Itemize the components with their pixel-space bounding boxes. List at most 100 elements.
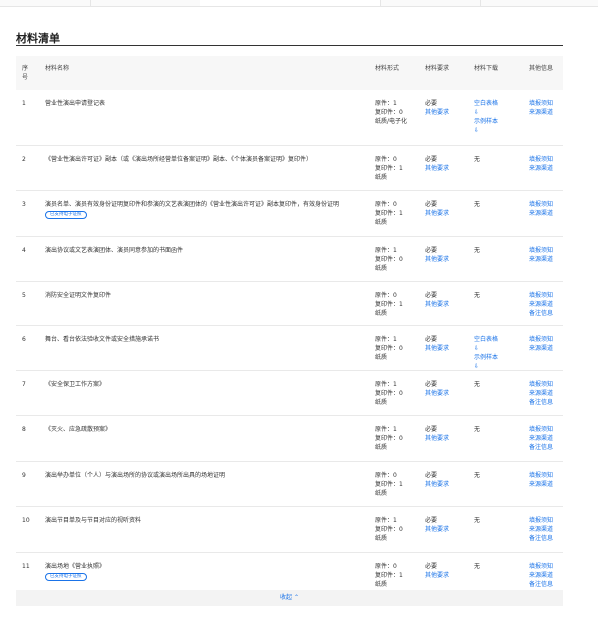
other-info: 填报须知 来源渠道 xyxy=(529,99,563,117)
e-license-badge: 已支持电子证照 xyxy=(45,211,87,219)
table-row: 4 演出协议或文艺表演团体、演员同意参加的书面函件 原件：1 复印件：0 纸质 必要其… xyxy=(16,237,563,282)
other-requirements-link[interactable]: 其他要求 xyxy=(425,300,469,309)
blank-form-link[interactable]: 空白表格 xyxy=(474,335,522,344)
other-info-link[interactable]: 填报须知 xyxy=(529,471,563,480)
material-name-text: 《安全保卫工作方案》 xyxy=(45,381,106,388)
download-icon[interactable]: ⇩ xyxy=(474,126,522,135)
other-info: 填报须知 来源渠道 xyxy=(529,471,563,489)
other-requirements-link[interactable]: 其他要求 xyxy=(425,209,469,218)
other-info-link[interactable]: 来源渠道 xyxy=(529,108,563,117)
requirement-text: 必要 xyxy=(425,381,438,388)
material-name: 《营业性演出许可证》副本（或《演出场所经营单位备案证明》副本、《个体演员备案证明… xyxy=(45,155,363,164)
material-form: 原件：1 复印件：0 纸质 xyxy=(375,517,403,542)
requirement-text: 必要 xyxy=(425,563,438,570)
other-info-link[interactable]: 来源渠道 xyxy=(529,344,563,353)
other-info-link[interactable]: 填报须知 xyxy=(529,99,563,108)
header-download: 材料下载 xyxy=(474,65,499,72)
material-form: 原件：1 复印件：0 纸质 xyxy=(375,426,403,451)
tab[interactable] xyxy=(0,0,91,6)
other-info-link[interactable]: 来源渠道 xyxy=(529,255,563,264)
other-info: 填报须知 来源渠道 xyxy=(529,246,563,264)
material-name: 《安全保卫工作方案》 xyxy=(45,380,363,389)
other-info: 填报须知 来源渠道 xyxy=(529,155,563,173)
header-no: 序 号 xyxy=(22,65,29,81)
other-info-link[interactable]: 来源渠道 xyxy=(529,525,563,534)
material-requirement: 必要 其他要求 xyxy=(425,562,469,580)
sample-link[interactable]: 示例样本 xyxy=(474,117,522,126)
no-download: 无 xyxy=(474,563,481,570)
other-info-link[interactable]: 填报须知 xyxy=(529,516,563,525)
other-info-link[interactable]: 来源渠道 xyxy=(529,389,563,398)
material-download: 无 xyxy=(474,200,522,209)
other-info-link[interactable]: 来源渠道 xyxy=(529,434,563,443)
other-info-link[interactable]: 填报须知 xyxy=(529,425,563,434)
row-number: 5 xyxy=(22,292,26,299)
material-requirement: 必要 其他要求 xyxy=(425,380,469,398)
other-info-link[interactable]: 填报须知 xyxy=(529,380,563,389)
header-other: 其他信息 xyxy=(529,65,554,72)
other-requirements-link[interactable]: 其他要求 xyxy=(425,255,469,264)
other-requirements-link[interactable]: 其他要求 xyxy=(425,571,469,580)
other-requirements-link[interactable]: 其他要求 xyxy=(425,344,469,353)
table-row: 6 舞台、看台依法验收文件或安全措施承诺书 原件：1 复印件：0 纸质 必要 其他要求空… xyxy=(16,326,563,371)
other-info: 填报须知 来源渠道 备注信息 xyxy=(529,291,563,318)
material-form: 原件：0 复印件：1 纸质 xyxy=(375,472,403,497)
material-form: 原件：1 复印件：0 纸质 xyxy=(375,247,403,272)
no-download: 无 xyxy=(474,381,481,388)
tab[interactable] xyxy=(380,0,481,6)
tab[interactable] xyxy=(90,0,201,6)
table-row: 2 《营业性演出许可证》副本（或《演出场所经营单位备案证明》副本、《个体演员备案证… xyxy=(16,146,563,191)
other-requirements-link[interactable]: 其他要求 xyxy=(425,480,469,489)
row-number: 6 xyxy=(22,336,26,343)
other-info-link[interactable]: 填报须知 xyxy=(529,246,563,255)
row-number: 10 xyxy=(22,517,30,524)
other-info-link[interactable]: 填报须知 xyxy=(529,200,563,209)
other-info-link[interactable]: 备注信息 xyxy=(529,580,563,589)
download-icon[interactable]: ⇩ xyxy=(474,362,522,371)
tab[interactable] xyxy=(480,0,598,6)
tab-active[interactable] xyxy=(200,0,381,6)
other-info-link[interactable]: 填报须知 xyxy=(529,562,563,571)
other-info-link[interactable]: 来源渠道 xyxy=(529,300,563,309)
other-info-link[interactable]: 备注信息 xyxy=(529,398,563,407)
other-requirements-link[interactable]: 其他要求 xyxy=(425,434,469,443)
other-info-link[interactable]: 填报须知 xyxy=(529,291,563,300)
other-requirements-link[interactable]: 其他要求 xyxy=(425,389,469,398)
material-requirement: 必要 其他要求 xyxy=(425,291,469,309)
material-name: 营业性演出申请登记表 xyxy=(45,99,363,108)
row-number: 1 xyxy=(22,100,26,107)
top-tab-bar xyxy=(0,0,598,7)
material-name: 消防安全证明文件复印件 xyxy=(45,291,363,300)
material-name-text: 演出协议或文艺表演团体、演员同意参加的书面函件 xyxy=(45,247,184,254)
collapse-button[interactable]: 收起 ⌃ xyxy=(16,590,563,606)
other-requirements-link[interactable]: 其他要求 xyxy=(425,525,469,534)
other-info-link[interactable]: 来源渠道 xyxy=(529,164,563,173)
material-name: 演出协议或文艺表演团体、演员同意参加的书面函件 xyxy=(45,246,363,255)
material-name: 演出举办单位（个人）与演出场所的协议或演出场所出具的场地证明 xyxy=(45,471,363,480)
blank-form-link[interactable]: 空白表格 xyxy=(474,99,522,108)
material-form: 原件：0 复印件：1 纸质 xyxy=(375,292,403,317)
material-form: 原件：1 复印件：0 纸质 xyxy=(375,336,403,361)
other-info-link[interactable]: 备注信息 xyxy=(529,443,563,452)
download-icon[interactable]: ⇩ xyxy=(474,344,522,353)
material-form: 原件：1 复印件：0 纸质/电子化 xyxy=(375,100,408,125)
material-download: 无 xyxy=(474,380,522,389)
material-requirement: 必要 其他要求 xyxy=(425,335,469,353)
row-number: 3 xyxy=(22,201,26,208)
material-name: 舞台、看台依法验收文件或安全措施承诺书 xyxy=(45,335,363,344)
table-row: 1 营业性演出申请登记表 原件：1 复印件：0 纸质/电子化 必要 其他要求 空白表格 ⇩ 示… xyxy=(16,90,563,146)
sample-link[interactable]: 示例样本 xyxy=(474,353,522,362)
other-requirements-link[interactable]: 其他要求 xyxy=(425,164,469,173)
other-info-link[interactable]: 来源渠道 xyxy=(529,480,563,489)
other-info-link[interactable]: 备注信息 xyxy=(529,534,563,543)
other-info-link[interactable]: 填报须知 xyxy=(529,155,563,164)
material-name-text: 演出举办单位（个人）与演出场所的协议或演出场所出具的场地证明 xyxy=(45,472,226,479)
other-info-link[interactable]: 备注信息 xyxy=(529,309,563,318)
other-info-link[interactable]: 填报须知 xyxy=(529,335,563,344)
other-requirements-link[interactable]: 其他要求 xyxy=(425,108,469,117)
other-info-link[interactable]: 来源渠道 xyxy=(529,571,563,580)
other-info: 填报须知 来源渠道 备注信息 xyxy=(529,425,563,452)
download-icon[interactable]: ⇩ xyxy=(474,108,522,117)
other-info-link[interactable]: 来源渠道 xyxy=(529,209,563,218)
no-download: 无 xyxy=(474,426,481,433)
